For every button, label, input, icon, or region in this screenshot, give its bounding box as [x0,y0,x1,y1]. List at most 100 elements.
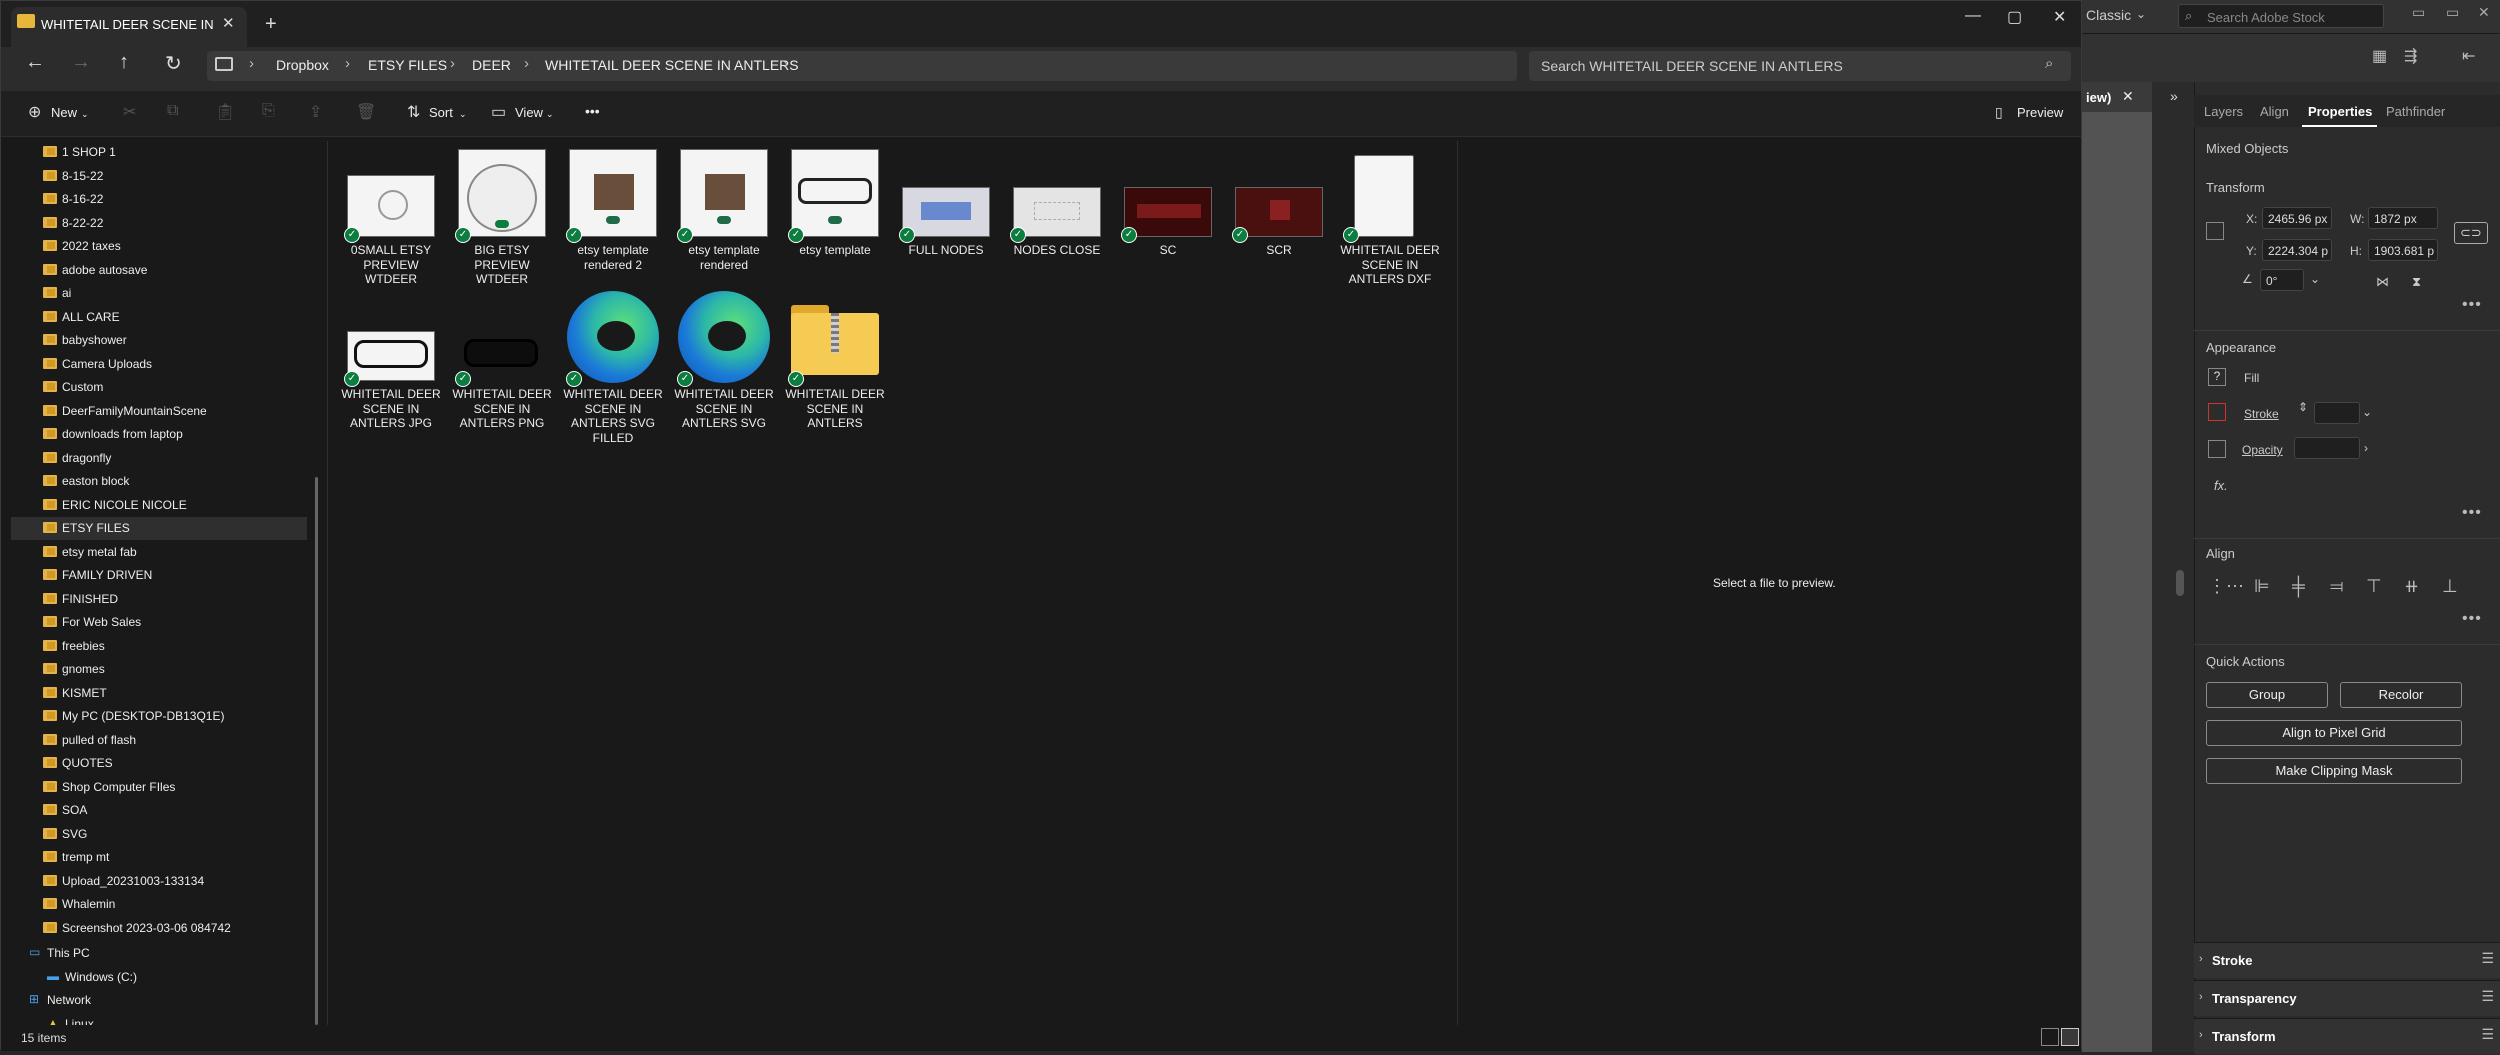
view-icon[interactable]: ▭ [491,102,506,122]
details-view-icon[interactable] [2041,1028,2059,1046]
align-top-icon[interactable]: ⊤ [2366,576,2382,597]
search-icon[interactable]: ⌕ [2045,55,2053,72]
more-options-icon[interactable]: ••• [2462,504,2482,522]
align-bottom-icon[interactable]: ⊥ [2442,576,2458,597]
close-icon[interactable]: ✕ [2053,7,2066,27]
preview-button[interactable]: Preview [2017,105,2063,120]
file-item[interactable]: ✓ SC [1116,149,1220,284]
sidebar-folder[interactable]: My PC (DESKTOP-DB13Q1E) [11,705,307,728]
new-icon[interactable]: ⊕ [28,102,41,122]
file-item[interactable]: ✓ BIG ETSY PREVIEW WTDEER [450,149,554,286]
sidebar-folder[interactable]: Custom [11,376,307,399]
up-icon[interactable]: ↑ [119,51,129,74]
scrollbar[interactable] [2176,570,2184,596]
panel-menu-icon[interactable]: ☰ [2481,1026,2494,1043]
cut-icon[interactable]: ✂ [123,102,136,122]
sidebar-folder[interactable]: pulled of flash [11,729,307,752]
copy-icon[interactable]: ⧉ [167,102,178,120]
maximize-icon[interactable]: ▢ [2007,7,2022,27]
view-button[interactable]: View [515,105,543,120]
panel-menu-icon[interactable]: ☰ [2481,988,2494,1005]
sidebar-folder[interactable]: tremp mt [11,846,307,869]
sidebar-folder[interactable]: Whalemin [11,893,307,916]
file-item[interactable]: ✓ etsy template rendered [672,149,776,284]
file-item[interactable]: ✓ FULL NODES [894,149,998,284]
stepper-icon[interactable]: ⇕ [2298,400,2308,414]
breadcrumb-item[interactable]: WHITETAIL DEER SCENE IN ANTLERS [545,57,799,73]
file-item[interactable]: ✓ WHITETAIL DEER SCENE IN ANTLERS PNG [450,293,554,430]
align-to-pixel-grid-button[interactable]: Align to Pixel Grid [2206,720,2462,746]
sidebar-folder[interactable]: gnomes [11,658,307,681]
sidebar-folder[interactable]: Camera Uploads [11,353,307,376]
file-item[interactable]: ✓ etsy template rendered 2 [561,149,665,284]
minimize-icon[interactable]: ▭ [2412,4,2425,21]
y-field[interactable]: 2224.304 p [2262,239,2332,261]
sidebar-folder[interactable]: DeerFamilyMountainScene [11,400,307,423]
sidebar-folder[interactable]: adobe autosave [11,259,307,282]
tab-align[interactable]: Align [2260,104,2289,119]
file-item[interactable]: ✓ WHITETAIL DEER SCENE IN ANTLERS DXF [1338,149,1442,286]
close-tab-icon[interactable]: ✕ [222,14,235,32]
sidebar-folder[interactable]: ERIC NICOLE NICOLE [11,494,307,517]
sidebar-folder[interactable]: Shop Computer FIles [11,776,307,799]
flip-vertical-icon[interactable]: ⧗ [2412,274,2421,290]
sidebar-folder[interactable]: ALL CARE [11,306,307,329]
sidebar-folder[interactable]: downloads from laptop [11,423,307,446]
panel-menu-icon[interactable]: ☰ [2481,950,2494,967]
chevron-down-icon[interactable]: ⌄ [459,109,467,120]
collapse-panels-icon[interactable]: » [2170,88,2178,104]
sidebar-folder[interactable]: For Web Sales [11,611,307,634]
sidebar-folder[interactable]: Screenshot 2023-03-06 084742 [11,917,307,940]
x-field[interactable]: 2465.96 px [2262,207,2332,229]
sort-icon[interactable]: ⇅ [407,102,420,122]
group-button[interactable]: Group [2206,682,2328,708]
chevron-right-icon[interactable]: › [783,55,788,72]
workspace-switcher[interactable]: Classic [2086,7,2131,23]
sidebar-network[interactable]: ⊞ Network [11,989,307,1012]
tab-pathfinder[interactable]: Pathfinder [2386,104,2445,119]
sidebar-folder[interactable]: ai [11,282,307,305]
adobe-stock-search[interactable]: ⌕ Search Adobe Stock [2178,4,2384,28]
sidebar-folder[interactable]: 8-22-22 [11,212,307,235]
sidebar-folder[interactable]: KISMET [11,682,307,705]
recolor-button[interactable]: Recolor [2340,682,2462,708]
w-field[interactable]: 1872 px [2368,207,2438,229]
new-tab-icon[interactable]: + [265,13,277,36]
chevron-down-icon[interactable]: ⌄ [2362,405,2372,419]
forward-icon[interactable]: → [71,51,91,74]
minimize-icon[interactable]: — [1965,7,1981,25]
close-icon[interactable]: ✕ [2122,88,2134,105]
sidebar-folder[interactable]: dragonfly [11,447,307,470]
sidebar-folder[interactable]: etsy metal fab [11,541,307,564]
share-icon[interactable]: ⇪ [309,102,322,122]
chevron-down-icon[interactable]: ⌄ [546,109,554,120]
sort-button[interactable]: Sort [429,105,453,120]
align-to-icon[interactable]: ⋮⋯ [2208,576,2244,597]
new-button[interactable]: New [51,105,77,120]
tab-properties[interactable]: Properties [2308,104,2372,119]
breadcrumb-item[interactable]: ETSY FILES [368,57,447,73]
sidebar-folder[interactable]: 1 SHOP 1 [11,141,307,164]
sidebar-folder[interactable]: SOA [11,799,307,822]
stroke-panel[interactable]: › Stroke ☰ [2194,942,2500,978]
restore-icon[interactable]: ▭ [2446,4,2459,21]
panel-toggle-icon[interactable]: ⇤ [2462,46,2475,66]
chevron-right-icon[interactable]: › [249,55,254,72]
preview-pane-icon[interactable]: ▯ [1995,104,2003,121]
h-field[interactable]: 1903.681 p [2368,239,2438,261]
file-item[interactable]: ✓ 0SMALL ETSY PREVIEW WTDEER [339,149,443,286]
constrain-proportions-icon[interactable]: ⊂⊃ [2454,222,2488,244]
chevron-down-icon[interactable]: ⌄ [81,109,89,120]
file-item[interactable]: ✓ WHITETAIL DEER SCENE IN ANTLERS JPG [339,293,443,430]
sidebar-windows-drive[interactable]: ▬ Windows (C:) [11,966,307,989]
chevron-right-icon[interactable]: › [345,55,350,72]
sidebar-folder[interactable]: FINISHED [11,588,307,611]
sidebar-folder[interactable]: FAMILY DRIVEN [11,564,307,587]
arrange-docs-icon[interactable]: ⇶ [2404,46,2417,66]
more-options-icon[interactable]: ••• [2462,296,2482,314]
breadcrumb-item[interactable]: DEER [472,57,511,73]
sidebar-folder[interactable]: 8-16-22 [11,188,307,211]
scrollbar[interactable] [315,477,318,1025]
chevron-right-icon[interactable]: › [524,55,529,72]
stroke-label[interactable]: Stroke [2244,407,2279,421]
